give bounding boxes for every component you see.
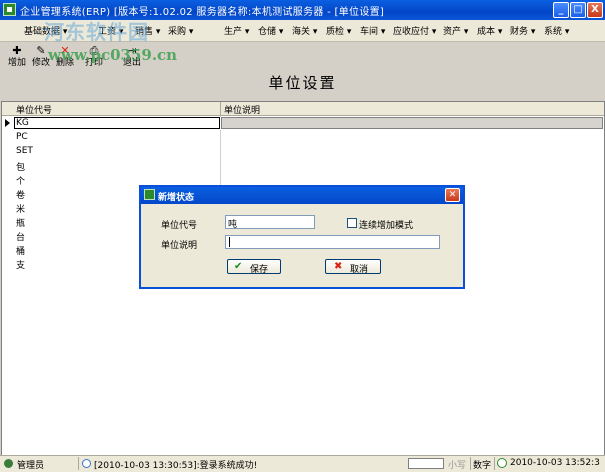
cancel-x-icon: ✖ [334,261,343,272]
continuous-mode-label: 连续增加模式 [359,221,414,231]
row-unit-code: PC [16,132,28,142]
status-user: 管理员 [17,461,45,471]
menu-item-storage[interactable]: 仓储 ▾ [258,24,283,37]
status-bar: 管理员 [2010-10-03 13:30:53]:登录系统成功! 小写 数字 … [0,455,605,472]
page-title: 单位设置 [268,74,337,92]
status-caps: 小写 [448,461,467,471]
menu-item-receivable-payable[interactable]: 应收应付 ▾ [393,24,436,37]
dialog-close-button[interactable]: ✕ [445,188,460,202]
menu-item-finance[interactable]: 财务 ▾ [510,24,535,37]
table-row[interactable]: 包 [2,159,604,173]
unit-code-label: 单位代号 [161,221,198,231]
maximize-button[interactable]: □ [570,2,586,18]
status-empty-panel [408,458,444,469]
add-button[interactable]: ✚ 增加 [6,42,28,70]
minimize-button[interactable]: _ [553,2,569,18]
row-unit-code: 支 [16,261,26,271]
column-header-unit-code[interactable]: 单位代号 [16,103,52,116]
menu-item-system[interactable]: 系统 ▾ [544,24,569,37]
user-icon [4,459,13,468]
status-message: [2010-10-03 13:30:53]:登录系统成功! [94,461,258,471]
dialog-title-bar[interactable]: 新增状态 ✕ [141,187,463,204]
row-unit-code: 卷 [16,191,26,201]
menu-item-assets[interactable]: 资产 ▾ [443,24,468,37]
menu-item-workshop[interactable]: 车间 ▾ [360,24,385,37]
app-icon [3,3,16,16]
row-unit-code: 瓶 [16,219,26,229]
status-num: 数字 [473,461,492,471]
row-unit-code: SET [16,146,33,156]
row-unit-code: 桶 [16,247,26,257]
grid-header: 单位代号 单位说明 [2,102,604,116]
table-row[interactable]: KG [2,117,604,130]
save-button[interactable]: ✔ 保存 [227,259,281,275]
row-indicator-icon [5,119,10,127]
menu-item-cost[interactable]: 成本 ▾ [477,24,502,37]
close-button[interactable]: X [587,2,603,18]
status-datetime: 2010-10-03 13:52:3 [510,458,600,468]
row-unit-code: 个 [16,177,26,187]
unit-desc-field[interactable] [225,235,440,249]
dialog-app-icon [144,189,155,200]
continuous-mode-checkbox[interactable] [347,218,357,228]
message-icon [82,459,91,468]
menu-item-customs[interactable]: 海关 ▾ [292,24,317,37]
menu-item-purchase[interactable]: 采购 ▾ [168,24,193,37]
table-row[interactable]: PC [2,131,604,144]
menu-item-production[interactable]: 生产 ▾ [224,24,249,37]
menu-item-quality[interactable]: 质检 ▾ [326,24,351,37]
checkmark-icon: ✔ [234,261,243,272]
row-unit-code: 台 [16,233,26,243]
row-unit-code: 包 [16,163,26,173]
watermark-text: www.pc0359.cn [48,46,178,64]
table-row[interactable]: SET [2,145,604,158]
column-header-unit-desc[interactable]: 单位说明 [224,103,260,116]
unit-desc-label: 单位说明 [161,241,198,251]
watermark-logo: 河东软件园 [44,20,149,44]
cancel-button[interactable]: ✖ 取消 [325,259,381,275]
row-unit-code: KG [16,118,29,128]
clock-icon [497,458,507,468]
dialog-title: 新增状态 [158,193,195,203]
row-unit-code: 米 [16,205,26,215]
unit-code-field[interactable]: 吨 [225,215,315,230]
new-unit-dialog: 新增状态 ✕ 单位代号 吨 连续增加模式 单位说明 ✔ 保存 ✖ 取消 [139,185,465,289]
